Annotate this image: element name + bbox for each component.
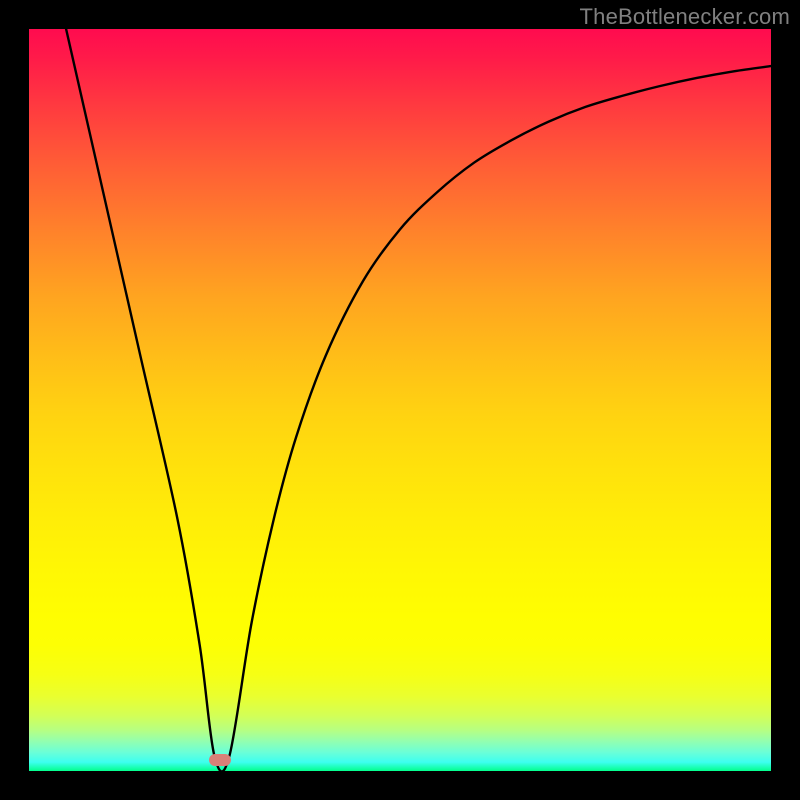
- watermark-text: TheBottlenecker.com: [580, 4, 790, 30]
- minimum-marker: [209, 754, 231, 766]
- chart-frame: TheBottlenecker.com: [0, 0, 800, 800]
- plot-area: [29, 29, 771, 771]
- bottleneck-curve: [29, 29, 771, 771]
